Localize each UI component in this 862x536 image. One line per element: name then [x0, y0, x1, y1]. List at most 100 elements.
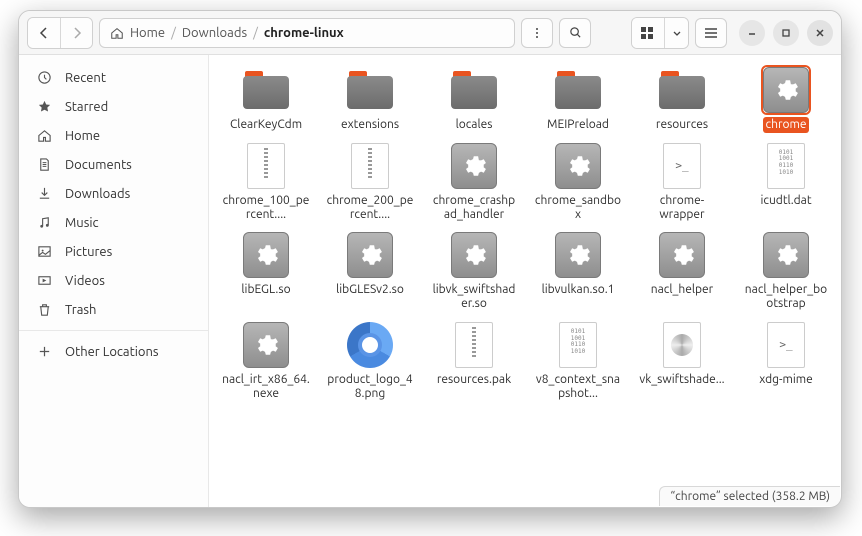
executable-icon: [347, 232, 393, 278]
folder-icon: [659, 71, 705, 109]
file-label: v8_context_snapshot...: [531, 372, 625, 402]
sidebar-item-documents[interactable]: Documents: [19, 150, 208, 179]
sidebar-item-starred[interactable]: Starred: [19, 92, 208, 121]
binary-icon: 0101100101101010: [559, 322, 597, 368]
file-grid-area[interactable]: ClearKeyCdm extensions locales MEIPreload re…: [209, 55, 841, 507]
file-label: nacl_helper: [648, 282, 716, 298]
file-grid: ClearKeyCdm extensions locales MEIPreload re…: [217, 63, 837, 404]
sidebar-item-other-locations[interactable]: Other Locations: [19, 337, 208, 366]
file-item[interactable]: 0101100101101010 v8_context_snapshot...: [529, 318, 627, 404]
file-item[interactable]: chrome_crashpad_handler: [425, 139, 523, 225]
sidebar-item-label: Trash: [65, 303, 96, 317]
file-item[interactable]: MEIPreload: [529, 63, 627, 135]
file-item[interactable]: 0101100101101010icudtl.dat: [737, 139, 835, 225]
sidebar-item-videos[interactable]: Videos: [19, 266, 208, 295]
home-icon: [110, 26, 124, 40]
folder-icon: [555, 71, 601, 109]
nav-buttons: [27, 17, 93, 49]
file-item[interactable]: ClearKeyCdm: [217, 63, 315, 135]
file-label: libvk_swiftshader.so: [427, 282, 521, 312]
file-label: chrome-wrapper: [635, 193, 729, 223]
executable-icon: [555, 143, 601, 189]
view-dropdown-button[interactable]: [664, 18, 688, 48]
hamburger-menu-button[interactable]: [695, 18, 727, 48]
file-label: xdg-mime: [756, 372, 816, 388]
breadcrumb-separator-icon: /: [253, 26, 258, 40]
file-item[interactable]: chrome_200_percent....: [321, 139, 419, 225]
sidebar-item-label: Other Locations: [65, 345, 159, 359]
executable-icon: [763, 67, 809, 113]
titlebar: Home / Downloads / chrome-linux: [19, 11, 841, 55]
sidebar-item-label: Recent: [65, 71, 106, 85]
file-item[interactable]: libEGL.so: [217, 228, 315, 314]
file-item[interactable]: nacl_helper_bootstrap: [737, 228, 835, 314]
file-item[interactable]: chrome_100_percent....: [217, 139, 315, 225]
file-label: libvulkan.so.1: [539, 282, 618, 298]
file-item[interactable]: vk_swiftshade...: [633, 318, 731, 404]
script-icon: >_: [663, 143, 701, 189]
file-label: MEIPreload: [544, 117, 612, 133]
file-label: resources: [653, 117, 711, 133]
download-icon: [35, 186, 53, 201]
sidebar-item-trash[interactable]: Trash: [19, 295, 208, 324]
executable-icon: [243, 322, 289, 368]
file-item[interactable]: libGLESv2.so: [321, 228, 419, 314]
icon-view-button[interactable]: [632, 18, 664, 48]
file-item[interactable]: resources.pak: [425, 318, 523, 404]
forward-button[interactable]: [60, 18, 92, 48]
sidebar-item-pictures[interactable]: Pictures: [19, 237, 208, 266]
file-item[interactable]: nacl_helper: [633, 228, 731, 314]
executable-icon: [451, 143, 497, 189]
file-item[interactable]: resources: [633, 63, 731, 135]
file-manager-window: Home / Downloads / chrome-linux: [18, 10, 842, 508]
file-item[interactable]: locales: [425, 63, 523, 135]
folder-icon: [243, 71, 289, 109]
file-item[interactable]: nacl_irt_x86_64.nexe: [217, 318, 315, 404]
file-label: chrome_200_percent....: [323, 193, 417, 223]
file-label: chrome_sandbox: [531, 193, 625, 223]
file-label: locales: [453, 117, 496, 133]
file-item[interactable]: product_logo_48.png: [321, 318, 419, 404]
sidebar-item-label: Downloads: [65, 187, 130, 201]
star-icon: [35, 99, 53, 114]
breadcrumb-home[interactable]: Home: [130, 26, 165, 40]
file-label: extensions: [338, 117, 402, 133]
file-label: vk_swiftshade...: [636, 372, 727, 388]
file-item[interactable]: chrome_sandbox: [529, 139, 627, 225]
sidebar-separator: [19, 330, 208, 331]
executable-icon: [659, 232, 705, 278]
file-item[interactable]: chrome: [737, 63, 835, 135]
breadcrumb[interactable]: Home / Downloads / chrome-linux: [99, 18, 515, 48]
search-button[interactable]: [559, 18, 591, 48]
breadcrumb-current[interactable]: chrome-linux: [264, 26, 344, 40]
file-item[interactable]: libvulkan.so.1: [529, 228, 627, 314]
file-label: libGLESv2.so: [333, 282, 407, 298]
content-area: Recent Starred Home Documents Downloads …: [19, 55, 841, 507]
breadcrumb-segment[interactable]: Downloads: [182, 26, 247, 40]
file-item[interactable]: libvk_swiftshader.so: [425, 228, 523, 314]
more-options-button[interactable]: [521, 18, 553, 48]
executable-icon: [243, 232, 289, 278]
file-label: ClearKeyCdm: [227, 117, 305, 133]
sidebar-item-label: Documents: [65, 158, 132, 172]
back-button[interactable]: [28, 18, 60, 48]
document-icon: [35, 157, 53, 172]
sidebar-item-music[interactable]: Music: [19, 208, 208, 237]
music-icon: [35, 215, 53, 230]
file-item[interactable]: >_ chrome-wrapper: [633, 139, 731, 225]
maximize-button[interactable]: [773, 20, 799, 46]
view-switcher: [631, 17, 689, 49]
picture-icon: [35, 244, 53, 259]
file-item[interactable]: >_xdg-mime: [737, 318, 835, 404]
folder-icon: [451, 71, 497, 109]
binary-icon: 0101100101101010: [767, 143, 805, 189]
clock-icon: [35, 70, 53, 85]
file-item[interactable]: extensions: [321, 63, 419, 135]
file-label: chrome_100_percent....: [219, 193, 313, 223]
minimize-button[interactable]: [739, 20, 765, 46]
sidebar-item-home[interactable]: Home: [19, 121, 208, 150]
sidebar-item-downloads[interactable]: Downloads: [19, 179, 208, 208]
sidebar-item-recent[interactable]: Recent: [19, 63, 208, 92]
executable-icon: [451, 232, 497, 278]
close-button[interactable]: [807, 20, 833, 46]
